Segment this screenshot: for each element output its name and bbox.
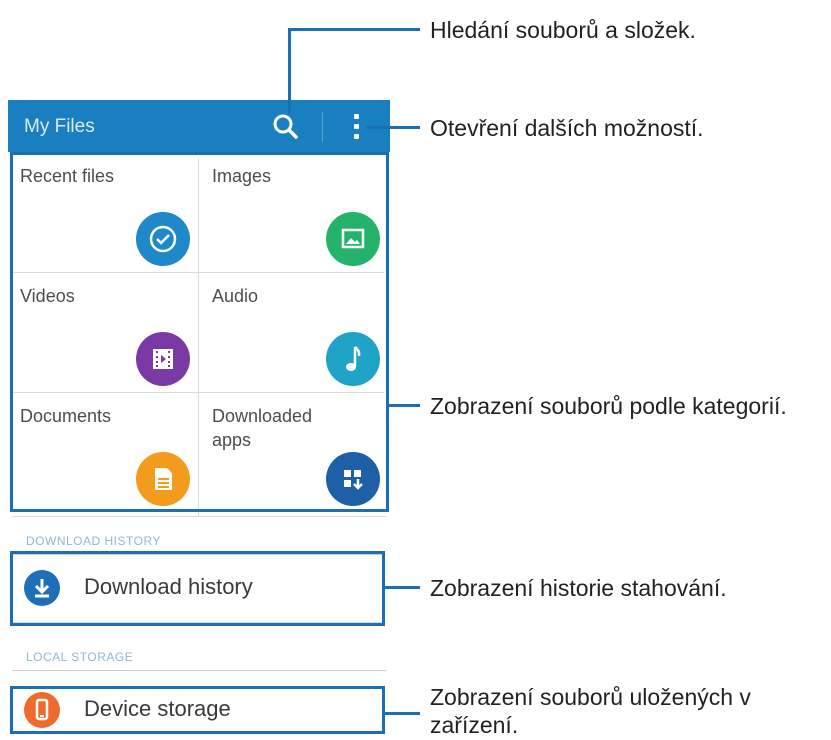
download-history-header: DOWNLOAD HISTORY bbox=[26, 534, 161, 548]
device-storage-highlight bbox=[10, 686, 385, 734]
more-options-annotation: Otevření dalších možností. bbox=[430, 115, 704, 141]
search-annotation: Hledání souborů a složek. bbox=[430, 17, 696, 43]
device-storage-annotation-line2: zařízení. bbox=[430, 712, 519, 738]
search-icon bbox=[273, 114, 298, 139]
local-storage-header: LOCAL STORAGE bbox=[26, 650, 134, 664]
categories-highlight bbox=[10, 152, 389, 512]
download-history-annotation: Zobrazení historie stahování. bbox=[430, 575, 727, 601]
more-options-button[interactable] bbox=[344, 112, 368, 142]
download-history-leader bbox=[385, 586, 420, 589]
search-leader-vertical bbox=[288, 28, 291, 114]
app-title: My Files bbox=[24, 116, 95, 137]
section-divider bbox=[12, 670, 386, 671]
section-divider bbox=[12, 516, 386, 517]
search-button[interactable] bbox=[270, 112, 302, 142]
more-options-leader bbox=[366, 126, 420, 129]
device-storage-leader bbox=[385, 712, 420, 715]
download-history-highlight bbox=[10, 551, 385, 626]
app-bar: My Files bbox=[8, 100, 390, 152]
categories-annotation: Zobrazení souborů podle kategorií. bbox=[430, 393, 787, 419]
search-leader-horizontal bbox=[288, 28, 420, 31]
device-storage-annotation-line1: Zobrazení souborů uložených v bbox=[430, 684, 751, 710]
app-bar-divider bbox=[322, 112, 323, 142]
categories-leader bbox=[389, 404, 420, 407]
